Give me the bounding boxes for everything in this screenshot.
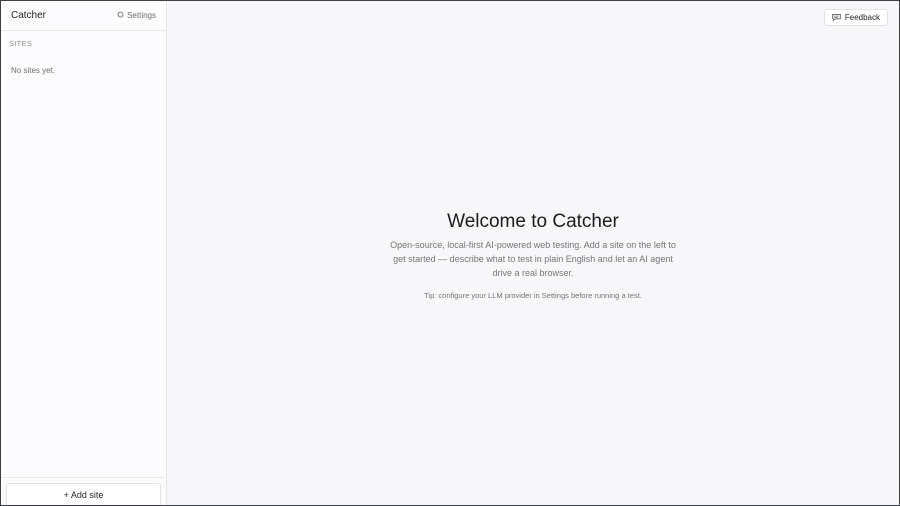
- sidebar-footer: + Add site: [1, 477, 166, 505]
- feedback-button[interactable]: Feedback: [823, 9, 888, 26]
- app-name: Catcher: [11, 10, 47, 21]
- app-window: Catcher Settings SITES No sites yet. + A…: [0, 0, 900, 506]
- main-content: Feedback Welcome to Catcher Open-source,…: [167, 1, 899, 505]
- empty-sites-message: No sites yet.: [11, 66, 56, 75]
- sites-section-title: SITES: [9, 39, 33, 48]
- gear-icon: [117, 11, 124, 20]
- sidebar: Catcher Settings SITES No sites yet. + A…: [1, 1, 167, 505]
- chat-bubble-icon: [832, 13, 841, 23]
- feedback-label: Feedback: [844, 13, 880, 22]
- settings-button[interactable]: Settings: [117, 11, 156, 20]
- sidebar-header: Catcher Settings: [1, 1, 166, 31]
- add-site-button[interactable]: + Add site: [6, 483, 161, 505]
- settings-label: Settings: [127, 11, 156, 20]
- welcome-title: Welcome to Catcher: [447, 211, 619, 232]
- welcome-panel: Welcome to Catcher Open-source, local-fi…: [167, 211, 899, 300]
- welcome-tip: Tip: configure your LLM provider in Sett…: [424, 291, 642, 300]
- welcome-description: Open-source, local-first AI-powered web …: [390, 240, 676, 278]
